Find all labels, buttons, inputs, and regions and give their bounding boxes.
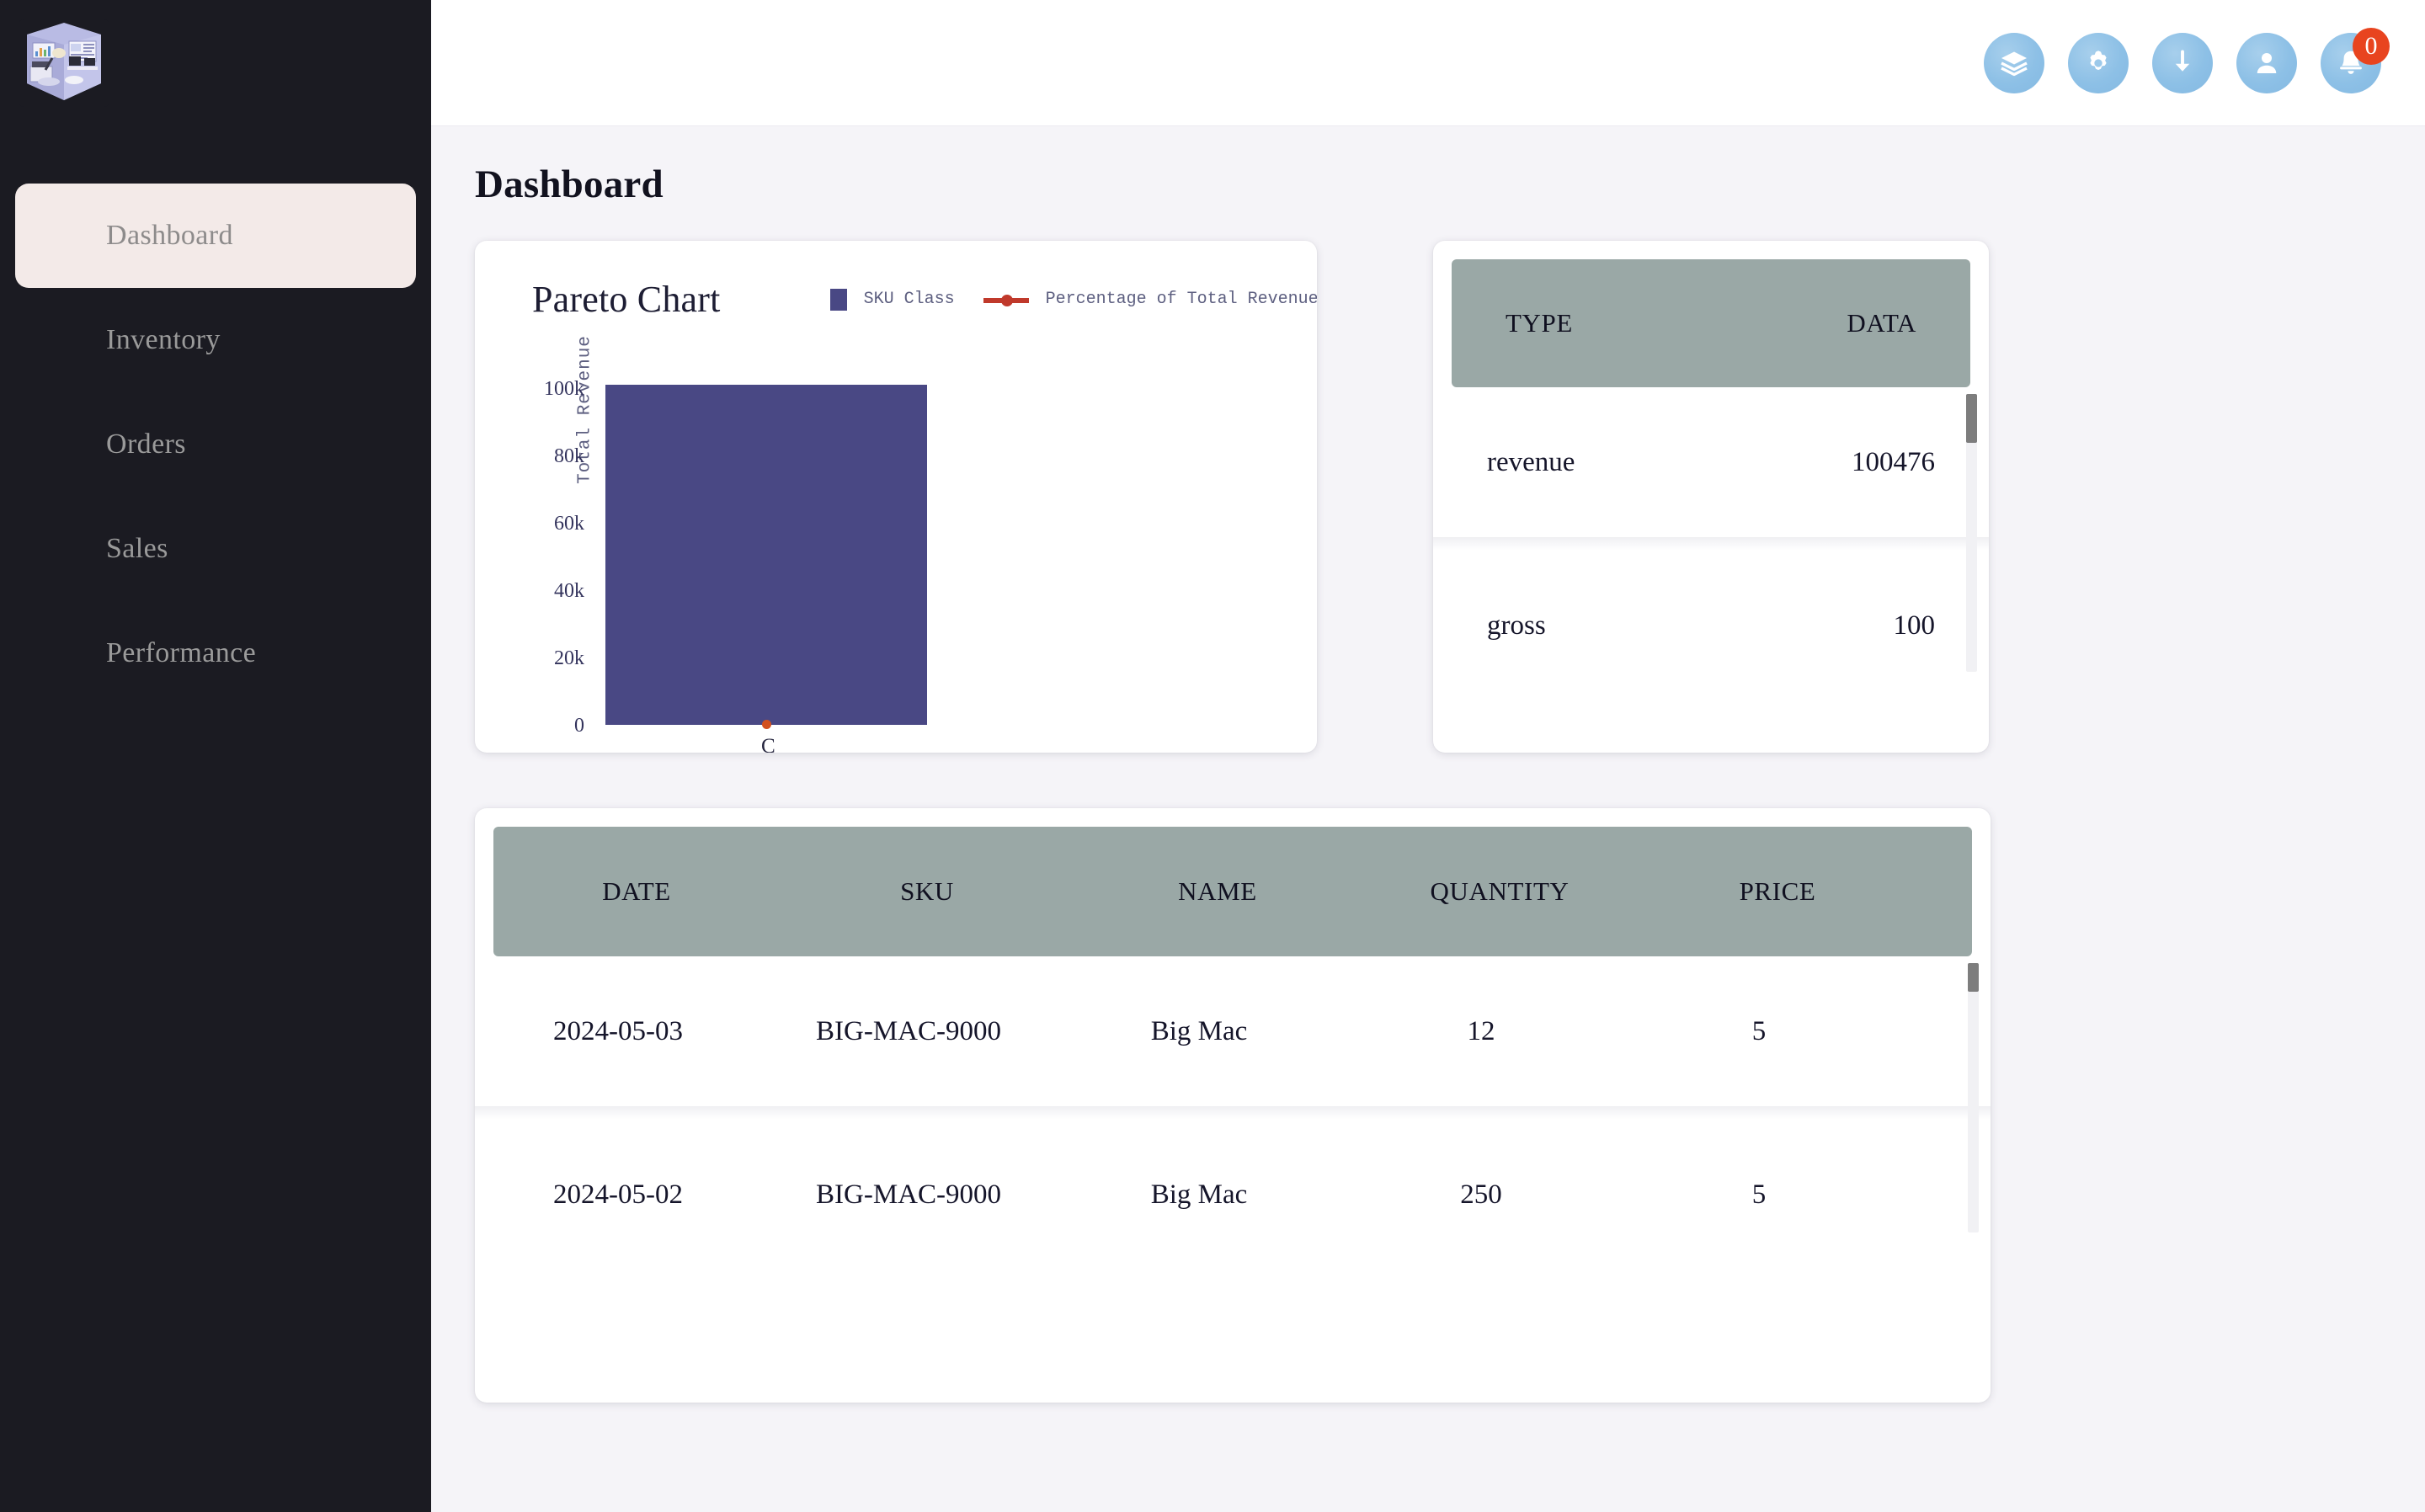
chart-line-marker-c bbox=[762, 720, 771, 729]
office-illustration-logo[interactable] bbox=[19, 19, 109, 107]
column-header-quantity: QUANTITY bbox=[1361, 876, 1639, 907]
layers-icon[interactable] bbox=[1984, 33, 2044, 93]
cell-type: gross bbox=[1487, 610, 1767, 642]
sidebar-item-label: Orders bbox=[106, 429, 186, 461]
cell-sku: BIG-MAC-9000 bbox=[761, 1016, 1056, 1047]
bell-icon[interactable]: 0 bbox=[2321, 33, 2381, 93]
scrollbar-thumb[interactable] bbox=[1968, 963, 1979, 992]
gear-icon[interactable] bbox=[2068, 33, 2129, 93]
orders-table-card: DATE SKU NAME QUANTITY PRICE 2024-05-03 … bbox=[475, 808, 1991, 1403]
download-icon[interactable] bbox=[2152, 33, 2213, 93]
cell-sku: BIG-MAC-9000 bbox=[761, 1179, 1056, 1211]
main-area: 0 Dashboard Pareto Chart SKU Class Perce… bbox=[431, 0, 2425, 1512]
sidebar-item-performance[interactable]: Performance bbox=[15, 601, 416, 705]
cell-price: 5 bbox=[1620, 1179, 1898, 1211]
download-icon-svg bbox=[2167, 48, 2198, 78]
chart-header: Pareto Chart SKU Class Percentage of Tot… bbox=[475, 241, 1317, 321]
top-bar: 0 bbox=[431, 0, 2425, 126]
content-area: Dashboard Pareto Chart SKU Class Percent… bbox=[431, 126, 2425, 1512]
scrollbar-thumb[interactable] bbox=[1966, 394, 1977, 443]
cell-data: 100476 bbox=[1767, 447, 1935, 478]
gear-icon-svg bbox=[2083, 48, 2113, 78]
ytick-left-100k: 100k bbox=[509, 378, 584, 401]
table-scrollbar[interactable] bbox=[1968, 963, 1979, 1232]
table-row[interactable]: revenue 100476 bbox=[1433, 387, 1989, 537]
ytick-left-60k: 60k bbox=[509, 513, 584, 535]
pareto-chart-card: Pareto Chart SKU Class Percentage of Tot… bbox=[475, 241, 1317, 753]
sidebar: Dashboard Inventory Orders Sales Perform… bbox=[0, 0, 431, 1512]
ytick-left-20k: 20k bbox=[509, 647, 584, 670]
page-title: Dashboard bbox=[475, 162, 2381, 207]
sidebar-item-dashboard[interactable]: Dashboard bbox=[15, 184, 416, 288]
column-header-price: PRICE bbox=[1639, 876, 1916, 907]
sidebar-item-sales[interactable]: Sales bbox=[15, 497, 416, 601]
user-icon-svg bbox=[2252, 48, 2282, 78]
sidebar-item-label: Inventory bbox=[106, 324, 221, 356]
cell-type: revenue bbox=[1487, 447, 1767, 478]
cell-name: Big Mac bbox=[1056, 1016, 1342, 1047]
table-row[interactable]: 2024-05-03 BIG-MAC-9000 Big Mac 12 5 bbox=[475, 956, 1991, 1106]
sidebar-item-label: Dashboard bbox=[106, 220, 233, 252]
chart-plot-area: Total Revenue Percentage of Total Revenu… bbox=[475, 321, 1317, 700]
top-row: Pareto Chart SKU Class Percentage of Tot… bbox=[475, 241, 2381, 753]
user-icon[interactable] bbox=[2236, 33, 2297, 93]
app-root: Dashboard Inventory Orders Sales Perform… bbox=[0, 0, 2425, 1512]
sidebar-item-inventory[interactable]: Inventory bbox=[15, 288, 416, 392]
sidebar-item-orders[interactable]: Orders bbox=[15, 392, 416, 497]
row-divider bbox=[475, 1106, 1991, 1120]
column-header-date: DATE bbox=[493, 876, 780, 907]
sidebar-logo-container bbox=[0, 0, 431, 126]
sidebar-nav: Dashboard Inventory Orders Sales Perform… bbox=[0, 184, 431, 705]
type-data-body: revenue 100476 gross 100 bbox=[1433, 387, 1989, 731]
column-header-sku: SKU bbox=[780, 876, 1074, 907]
row-divider bbox=[1433, 537, 1989, 551]
notification-badge: 0 bbox=[2353, 28, 2390, 65]
cell-date: 2024-05-02 bbox=[475, 1179, 761, 1211]
sidebar-item-label: Sales bbox=[106, 533, 168, 565]
xtick-category-c: C bbox=[761, 735, 775, 753]
layers-icon-svg bbox=[1999, 48, 2029, 78]
table-row[interactable]: 2024-05-02 BIG-MAC-9000 Big Mac 250 5 bbox=[475, 1120, 1991, 1270]
ytick-left-40k: 40k bbox=[509, 580, 584, 603]
chart-ylabel-left: Total Revenue bbox=[576, 313, 595, 507]
table-row[interactable]: gross 100 bbox=[1433, 551, 1989, 700]
chart-legend: SKU Class Percentage of Total Revenue bbox=[830, 289, 1317, 311]
ytick-left-0: 0 bbox=[509, 715, 584, 737]
cell-date: 2024-05-03 bbox=[475, 1016, 761, 1047]
legend-swatch-sku-class bbox=[830, 289, 847, 311]
chart-title: Pareto Chart bbox=[532, 278, 721, 321]
column-header-data: DATA bbox=[1748, 308, 1916, 338]
table-body: 2024-05-03 BIG-MAC-9000 Big Mac 12 5 202… bbox=[475, 956, 1991, 1377]
type-data-card: TYPE DATA revenue 100476 gross 100 bbox=[1433, 241, 1989, 753]
legend-label-sku-class: SKU Class bbox=[864, 290, 955, 309]
cell-price: 5 bbox=[1620, 1016, 1898, 1047]
type-data-header-row: TYPE DATA bbox=[1452, 259, 1970, 387]
column-header-type: TYPE bbox=[1506, 308, 1748, 338]
cell-data: 100 bbox=[1767, 610, 1935, 642]
column-header-name: NAME bbox=[1074, 876, 1361, 907]
type-data-scrollbar[interactable] bbox=[1966, 394, 1977, 672]
legend-label-percentage: Percentage of Total Revenue bbox=[1046, 290, 1317, 309]
legend-swatch-percentage bbox=[983, 289, 1029, 311]
chart-bar-c[interactable] bbox=[605, 385, 927, 725]
sidebar-item-label: Performance bbox=[106, 637, 256, 669]
cell-quantity: 12 bbox=[1342, 1016, 1620, 1047]
cell-quantity: 250 bbox=[1342, 1179, 1620, 1211]
cell-name: Big Mac bbox=[1056, 1179, 1342, 1211]
table-header-row: DATE SKU NAME QUANTITY PRICE bbox=[493, 827, 1972, 956]
ytick-left-80k: 80k bbox=[509, 445, 584, 468]
office-illustration-svg bbox=[19, 19, 109, 107]
